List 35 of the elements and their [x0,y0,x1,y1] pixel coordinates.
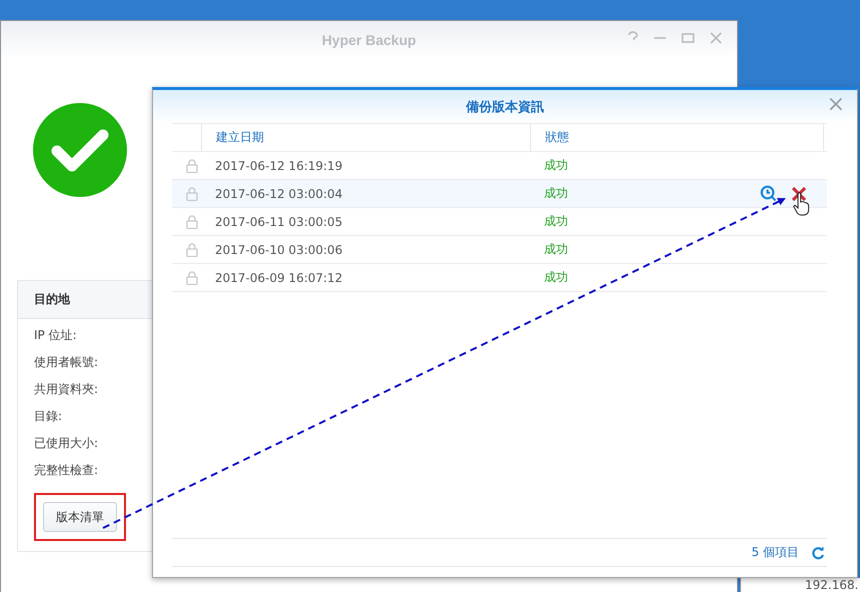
checkmark-icon [33,103,127,197]
maximize-icon[interactable] [681,31,695,45]
field-label: 目錄: [34,408,64,425]
lock-icon [186,242,198,256]
table-cell-text: 成功 [543,269,569,286]
table-cell-text: 成功 [543,157,569,174]
item-count: 5 個項目 [752,544,799,561]
table-cell-text: 成功 [543,241,569,258]
table-row[interactable]: 2017-06-12 03:00:04 成功 [172,180,827,208]
version-list-button[interactable]: 版本清單 [43,502,117,532]
table-cell-text: 2017-06-10 03:00:06 [214,242,344,256]
column-header[interactable]: 建立日期 [201,124,530,151]
delete-icon[interactable] [791,186,807,202]
refresh-icon[interactable] [811,546,825,560]
lock-icon [186,158,198,172]
field-label: 已使用大小: [34,435,100,452]
lock-icon [186,270,198,284]
window-title: Hyper Backup [322,32,416,48]
field-label: IP 位址: [34,327,78,344]
dialog-title: 備份版本資訊 [466,98,544,116]
table-cell-text: 成功 [543,213,569,230]
table-cell-text: 成功 [543,185,569,202]
field-label: 完整性檢查: [34,462,100,479]
column-header[interactable]: 狀態 [530,124,823,151]
table-cell-text: 2017-06-12 16:19:19 [214,158,344,172]
field-label: 使用者帳號: [34,354,100,371]
ip-address: 192.168. [740,578,860,592]
close-icon[interactable] [709,31,723,45]
history-icon[interactable] [760,185,777,202]
hand-cursor-icon [793,192,811,216]
lock-icon [186,186,198,200]
lock-icon [186,214,198,228]
table-cell-text: 2017-06-12 03:00:04 [214,186,344,200]
table-cell-text: 2017-06-11 03:00:05 [214,214,344,228]
field-label: 共用資料夾: [34,381,100,398]
